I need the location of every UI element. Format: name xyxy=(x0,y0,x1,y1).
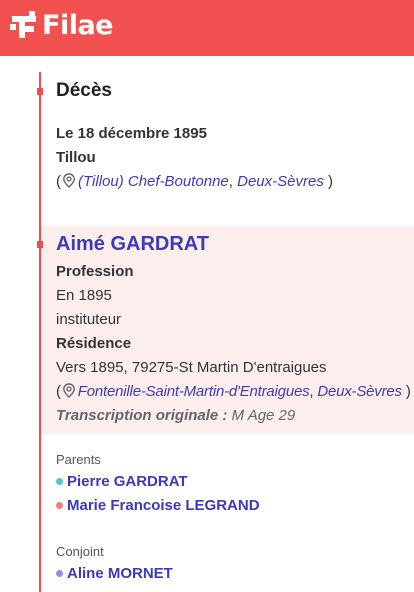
deces-dept-link[interactable]: Deux-Sèvres xyxy=(237,173,324,190)
bullet-dot-icon xyxy=(56,478,63,485)
close-paren: ) xyxy=(328,173,333,190)
location-pin-icon xyxy=(63,173,75,188)
comma: , xyxy=(309,383,314,400)
residence-location-row: ( Fontenille-Saint-Martin-d'Entraigues, D… xyxy=(56,383,411,401)
deces-place: Tillou xyxy=(56,149,96,166)
deces-title: Décès xyxy=(56,80,112,101)
spouse-name-link[interactable]: Aline MORNET xyxy=(67,565,173,582)
timeline-marker-person xyxy=(37,241,43,248)
deces-location-row: ( (Tillou) Chef-Boutonne, Deux-Sèvres ) xyxy=(56,173,333,191)
close-paren: ) xyxy=(405,383,411,400)
parents-label: Parents xyxy=(56,452,101,467)
mother-name-link[interactable]: Marie Francoise LEGRAND xyxy=(67,497,260,514)
transcription-label: Transcription originale : xyxy=(56,407,228,424)
profession-label: Profession xyxy=(56,263,134,280)
open-paren: ( xyxy=(56,173,61,190)
open-paren: ( xyxy=(56,383,61,400)
residence-dept-link[interactable]: Deux-Sèvres xyxy=(317,383,402,400)
filae-logo[interactable]: Filae xyxy=(9,9,114,43)
residence-commune-link[interactable]: Fontenille-Saint-Martin-d'Entraigues xyxy=(78,383,310,400)
deces-commune-link[interactable]: (Tillou) Chef-Boutonne xyxy=(78,173,229,190)
comma: , xyxy=(228,173,233,190)
father-name-link[interactable]: Pierre GARDRAT xyxy=(67,473,188,490)
deces-date: Le 18 décembre 1895 xyxy=(56,125,207,142)
app-header: Filae xyxy=(0,0,414,56)
transcription-value: M Age 29 xyxy=(231,407,296,424)
person-card xyxy=(41,226,414,434)
person-name-link[interactable]: Aimé GARDRAT xyxy=(56,233,209,256)
filae-logo-icon xyxy=(10,11,36,38)
logo-text: Filae xyxy=(42,10,114,41)
residence-value: Vers 1895, 79275-St Martin D'entraigues xyxy=(56,359,327,376)
location-pin-icon xyxy=(62,383,75,398)
parent-mother-item[interactable]: Marie Francoise LEGRAND xyxy=(56,497,260,514)
timeline-marker-deces xyxy=(37,88,43,95)
bullet-dot-icon xyxy=(56,502,63,509)
transcription-row: Transcription originale : M Age 29 xyxy=(56,407,295,425)
spouse-label: Conjoint xyxy=(56,544,104,559)
parent-father-item[interactable]: Pierre GARDRAT xyxy=(56,473,188,490)
profession-year: En 1895 xyxy=(56,287,112,304)
bullet-dot-icon xyxy=(56,570,63,577)
profession-value: instituteur xyxy=(56,311,122,328)
residence-label: Résidence xyxy=(56,335,132,352)
spouse-item[interactable]: Aline MORNET xyxy=(56,565,173,582)
